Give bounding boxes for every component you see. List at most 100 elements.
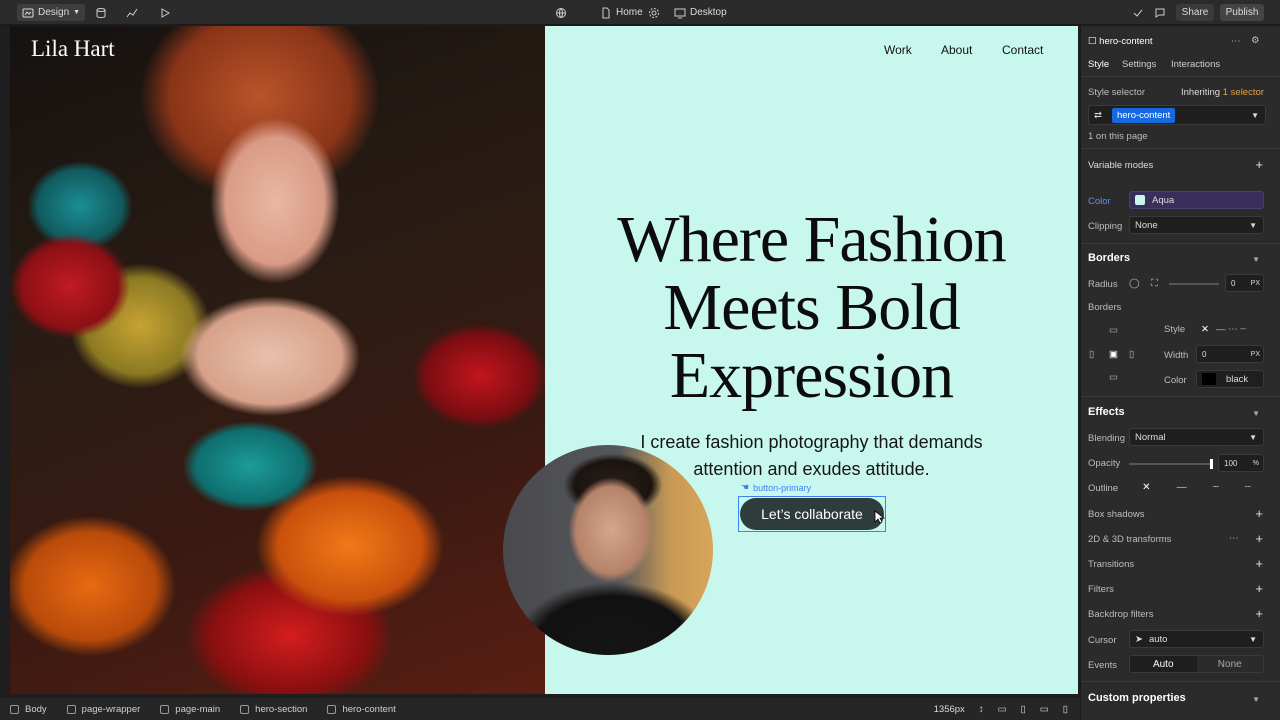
mobile-view-icon[interactable]: ▯: [1063, 704, 1068, 715]
page-selector[interactable]: Home: [600, 4, 643, 21]
add-transition-icon[interactable]: +: [1255, 556, 1263, 571]
outline-dotted-icon[interactable]: ┈: [1245, 482, 1251, 493]
outline-none-icon[interactable]: ✕: [1142, 482, 1150, 493]
breadcrumb-page-wrapper[interactable]: page-wrapper: [57, 698, 151, 720]
chevron-down-icon[interactable]: ▼: [1252, 409, 1260, 418]
on-page-count: 1 on this page: [1088, 131, 1148, 142]
add-backdrop-filter-icon[interactable]: +: [1255, 606, 1263, 621]
border-color-field[interactable]: black: [1196, 370, 1264, 388]
border-top-icon[interactable]: ▭: [1109, 325, 1118, 336]
more-options-icon[interactable]: ⋯: [1231, 36, 1241, 47]
globe-icon[interactable]: [555, 4, 567, 21]
breadcrumb-hero-section[interactable]: hero-section: [230, 698, 317, 720]
publish-button[interactable]: Publish: [1220, 4, 1264, 21]
tab-interactions[interactable]: Interactions: [1171, 59, 1220, 70]
color-mode-field[interactable]: Aqua: [1129, 191, 1264, 209]
opacity-slider-thumb[interactable]: [1210, 459, 1213, 469]
add-transform-icon[interactable]: +: [1255, 531, 1263, 546]
canvas-width-label[interactable]: 1356px: [934, 704, 965, 715]
border-right-icon[interactable]: ▯: [1129, 349, 1134, 360]
chevron-down-icon: ▼: [1249, 220, 1257, 230]
radius-slider[interactable]: [1169, 283, 1219, 285]
class-selector-field[interactable]: ⇄ hero-content ▼: [1088, 105, 1266, 125]
events-none-option[interactable]: None: [1197, 656, 1264, 672]
border-left-icon[interactable]: ▯: [1089, 349, 1094, 360]
desktop-icon: [674, 7, 686, 19]
borders-section-title[interactable]: Borders: [1088, 252, 1130, 264]
checkmark-icon[interactable]: [1132, 4, 1144, 21]
breadcrumb-hero-content[interactable]: hero-content: [317, 698, 405, 720]
hero-photo[interactable]: Lila Hart: [10, 26, 545, 694]
clipping-select[interactable]: None ▼: [1129, 216, 1264, 234]
mouse-cursor-icon: [874, 510, 886, 524]
outline-dashed-icon[interactable]: ┄: [1213, 482, 1219, 493]
site-brand-name[interactable]: Lila Hart: [31, 36, 115, 62]
resize-icon[interactable]: ↕: [979, 704, 984, 715]
border-width-label: Width: [1164, 350, 1189, 361]
landscape-view-icon[interactable]: ▭: [1040, 704, 1049, 715]
transforms-options-icon[interactable]: ⋯: [1229, 533, 1239, 544]
analytics-icon[interactable]: [126, 4, 138, 21]
border-all-icon[interactable]: ▣: [1109, 349, 1118, 360]
transforms-label: 2D & 3D transforms: [1088, 534, 1172, 545]
blending-select[interactable]: Normal ▼: [1129, 428, 1264, 446]
effects-section-title[interactable]: Effects: [1088, 406, 1125, 418]
border-bottom-icon[interactable]: ▭: [1109, 372, 1118, 383]
preview-play-icon[interactable]: [159, 4, 171, 21]
tablet-view-icon[interactable]: ▯: [1021, 704, 1026, 715]
breadcrumb-body[interactable]: Body: [0, 698, 57, 720]
radius-input[interactable]: 0 PX: [1225, 274, 1264, 292]
outline-solid-icon[interactable]: —: [1177, 482, 1187, 493]
inheriting-count-link[interactable]: 1 selector: [1223, 87, 1264, 98]
collaborate-button[interactable]: Let’s collaborate: [740, 498, 884, 530]
add-variable-mode-icon[interactable]: +: [1255, 157, 1263, 172]
events-toggle[interactable]: Auto None: [1129, 655, 1264, 673]
add-filter-icon[interactable]: +: [1255, 581, 1263, 596]
hero-headline[interactable]: Where Fashion Meets Bold Expression: [575, 206, 1048, 410]
headline-line: Expression: [669, 339, 954, 412]
share-button[interactable]: Share: [1176, 4, 1214, 21]
border-width-input[interactable]: 0 PX: [1196, 345, 1264, 363]
element-breadcrumb: Body page-wrapper page-main hero-section…: [0, 697, 1080, 720]
aqua-swatch: [1135, 195, 1145, 205]
outline-style-options[interactable]: ✕ — ┄ ┈: [1129, 478, 1264, 496]
nav-link-contact[interactable]: Contact: [1002, 43, 1043, 57]
radius-individual-icon[interactable]: ⛶: [1151, 278, 1158, 289]
black-swatch: [1202, 373, 1216, 385]
add-box-shadow-icon[interactable]: +: [1255, 506, 1263, 521]
opacity-input[interactable]: 100 %: [1218, 454, 1264, 472]
design-mode-label: Design: [38, 7, 70, 18]
webcam-overlay: [503, 445, 713, 655]
page-settings-gear-icon[interactable]: [648, 4, 660, 21]
canvas-size-controls: 1356px ↕ ▭ ▯ ▭ ▯: [934, 698, 1068, 720]
breadcrumb-page-main[interactable]: page-main: [150, 698, 230, 720]
design-mode-button[interactable]: Design ▼: [17, 4, 86, 21]
custom-properties-title[interactable]: Custom properties: [1088, 692, 1186, 704]
nav-link-about[interactable]: About: [941, 43, 972, 57]
comments-icon[interactable]: [1154, 4, 1166, 21]
radius-all-icon[interactable]: ◯: [1129, 278, 1140, 289]
chevron-down-icon[interactable]: ▼: [1252, 695, 1260, 704]
cursor-select[interactable]: ➤ auto ▼: [1129, 630, 1264, 648]
tab-style[interactable]: Style: [1088, 59, 1109, 70]
border-style-options[interactable]: — ⋯ ┄: [1216, 324, 1246, 335]
opacity-slider[interactable]: [1129, 459, 1213, 469]
breakpoint-selector[interactable]: Desktop: [674, 4, 727, 21]
class-chip[interactable]: hero-content: [1111, 107, 1176, 123]
hand-pointer-icon: ☚: [741, 482, 750, 492]
headline-line: Where Fashion: [617, 203, 1006, 276]
settings-gear-icon[interactable]: ⚙: [1251, 35, 1260, 46]
box-shadows-label: Box shadows: [1088, 509, 1145, 520]
chevron-down-icon: ▼: [73, 9, 81, 16]
chevron-down-icon[interactable]: ▼: [1252, 255, 1260, 264]
filters-label: Filters: [1088, 584, 1114, 595]
cms-icon[interactable]: [95, 4, 107, 21]
divider: [1081, 76, 1280, 77]
color-mode-value: Aqua: [1152, 194, 1175, 206]
desktop-view-icon[interactable]: ▭: [998, 704, 1007, 715]
border-style-none-icon[interactable]: ✕: [1201, 324, 1209, 335]
tab-settings[interactable]: Settings: [1122, 59, 1156, 70]
events-auto-option[interactable]: Auto: [1130, 656, 1197, 672]
inheriting-text: Inheriting: [1181, 87, 1221, 98]
nav-link-work[interactable]: Work: [884, 43, 912, 57]
